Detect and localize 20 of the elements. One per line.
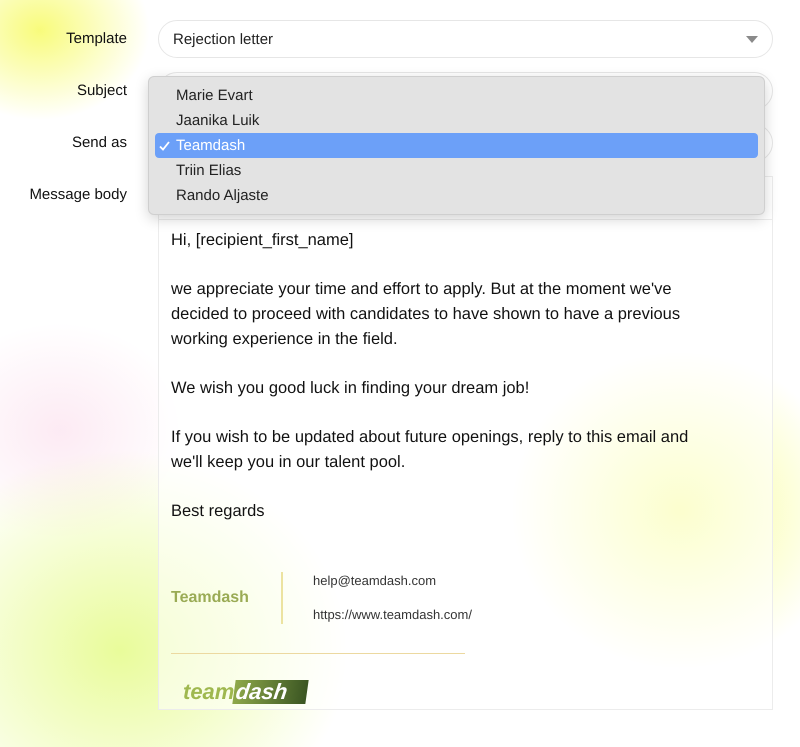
message-paragraph: we appreciate your time and effort to apply. But at the moment we've decided to proceed with candidates to have shown to have a previous working experience in the field. xyxy=(171,279,682,350)
dropdown-option[interactable]: Marie Evart xyxy=(155,83,758,108)
dropdown-option[interactable]: Rando Aljaste xyxy=(155,183,758,208)
checkmark-icon xyxy=(159,140,170,150)
field-label: Template xyxy=(65,29,127,47)
message-paragraph: Best regards xyxy=(171,501,266,522)
select-field[interactable]: Rejection letter xyxy=(158,20,773,58)
signature-name: Teamdash xyxy=(171,588,250,608)
caret-icon xyxy=(746,36,758,42)
signature-email: help@teamdash.com xyxy=(313,572,438,590)
field-label: Send as xyxy=(70,133,127,151)
logo: teamdash xyxy=(183,680,308,704)
message-paragraph: Hi, [recipient_first_name] xyxy=(171,230,354,251)
field-label: Subject xyxy=(76,81,127,99)
message-paragraph: We wish you good luck in finding your dream job! xyxy=(171,378,530,399)
field-label: Message body xyxy=(28,185,127,203)
signature-website: https://www.teamdash.com/ xyxy=(313,606,472,624)
dropdown-option[interactable]: Jaanika Luik xyxy=(155,108,758,133)
message-paragraph: If you wish to be updated about future openings, reply to this email and we'll keep you in our talent pool. xyxy=(171,427,690,473)
dropdown-option[interactable]: Triin Elias xyxy=(155,158,758,183)
